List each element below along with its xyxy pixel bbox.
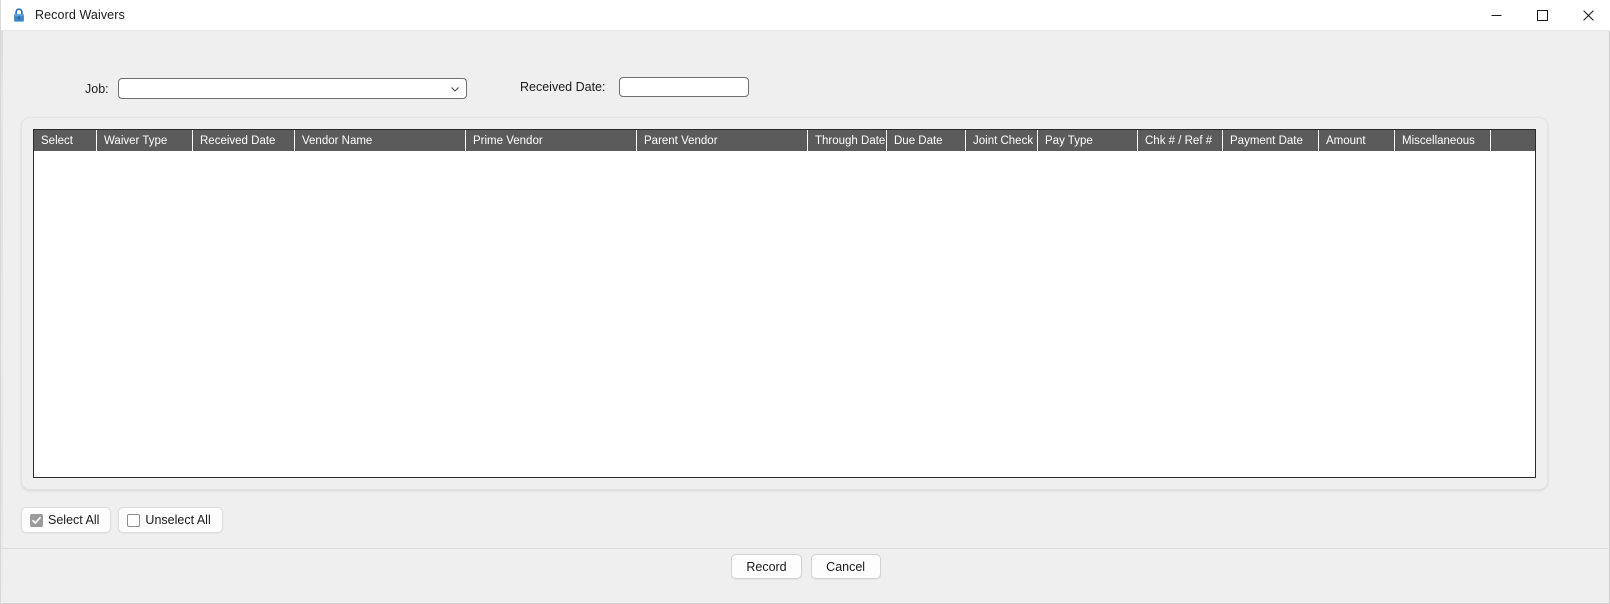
unselect-all-label: Unselect All [145, 513, 211, 527]
select-all-checkbox-icon [30, 513, 43, 527]
grid-header-joint-check[interactable]: Joint Check [965, 130, 1037, 151]
close-button[interactable] [1565, 0, 1610, 31]
footer-actions: Record Cancel [1, 554, 1610, 579]
window-controls [1473, 0, 1610, 31]
minimize-button[interactable] [1473, 0, 1519, 31]
grid-body[interactable] [34, 151, 1535, 477]
chevron-down-icon [448, 82, 462, 96]
waivers-grid-panel: Select Waiver Type Received Date Vendor Nam… [21, 117, 1548, 490]
window-title: Record Waivers [35, 8, 125, 22]
job-label: Job: [85, 82, 109, 96]
maximize-icon [1536, 9, 1548, 21]
grid-header-spacer[interactable] [1490, 130, 1515, 151]
record-waivers-window: Record Waivers Job: Received Date: Selec… [0, 0, 1610, 604]
grid-header-through-date[interactable]: Through Date [807, 130, 886, 151]
unselect-all-button[interactable]: Unselect All [118, 507, 223, 533]
grid-header-row: Select Waiver Type Received Date Vendor Nam… [34, 130, 1535, 151]
grid-header-select[interactable]: Select [34, 130, 96, 151]
waivers-grid[interactable]: Select Waiver Type Received Date Vendor Nam… [33, 129, 1536, 478]
maximize-button[interactable] [1519, 0, 1565, 31]
close-icon [1582, 9, 1594, 21]
grid-header-prime-vendor[interactable]: Prime Vendor [465, 130, 636, 151]
job-combobox[interactable] [118, 78, 467, 99]
grid-header-parent-vendor[interactable]: Parent Vendor [636, 130, 807, 151]
title-bar-left: Record Waivers [1, 7, 1473, 23]
record-button[interactable]: Record [731, 554, 802, 579]
grid-header-received-date[interactable]: Received Date [192, 130, 294, 151]
grid-header-amount[interactable]: Amount [1318, 130, 1394, 151]
grid-header-waiver-type[interactable]: Waiver Type [96, 130, 192, 151]
lock-icon [11, 7, 27, 23]
received-date-input[interactable] [619, 77, 749, 97]
grid-header-due-date[interactable]: Due Date [886, 130, 965, 151]
unselect-all-checkbox-icon [127, 513, 141, 527]
grid-header-vendor-name[interactable]: Vendor Name [294, 130, 465, 151]
minimize-icon [1491, 14, 1501, 16]
cancel-button[interactable]: Cancel [810, 554, 881, 579]
grid-header-miscellaneous[interactable]: Miscellaneous [1394, 130, 1490, 151]
title-bar: Record Waivers [1, 0, 1610, 31]
filter-form: Job: Received Date: [1, 31, 1610, 116]
grid-header-chk-ref[interactable]: Chk # / Ref # [1137, 130, 1222, 151]
received-date-label: Received Date: [520, 80, 606, 94]
selection-toolbar: Select All Unselect All [21, 507, 223, 533]
select-all-label: Select All [48, 513, 100, 527]
grid-header-pay-type[interactable]: Pay Type [1037, 130, 1137, 151]
select-all-button[interactable]: Select All [21, 507, 112, 533]
window-left-edge [1, 31, 3, 604]
grid-header-payment-date[interactable]: Payment Date [1222, 130, 1318, 151]
footer-divider [1, 548, 1610, 549]
